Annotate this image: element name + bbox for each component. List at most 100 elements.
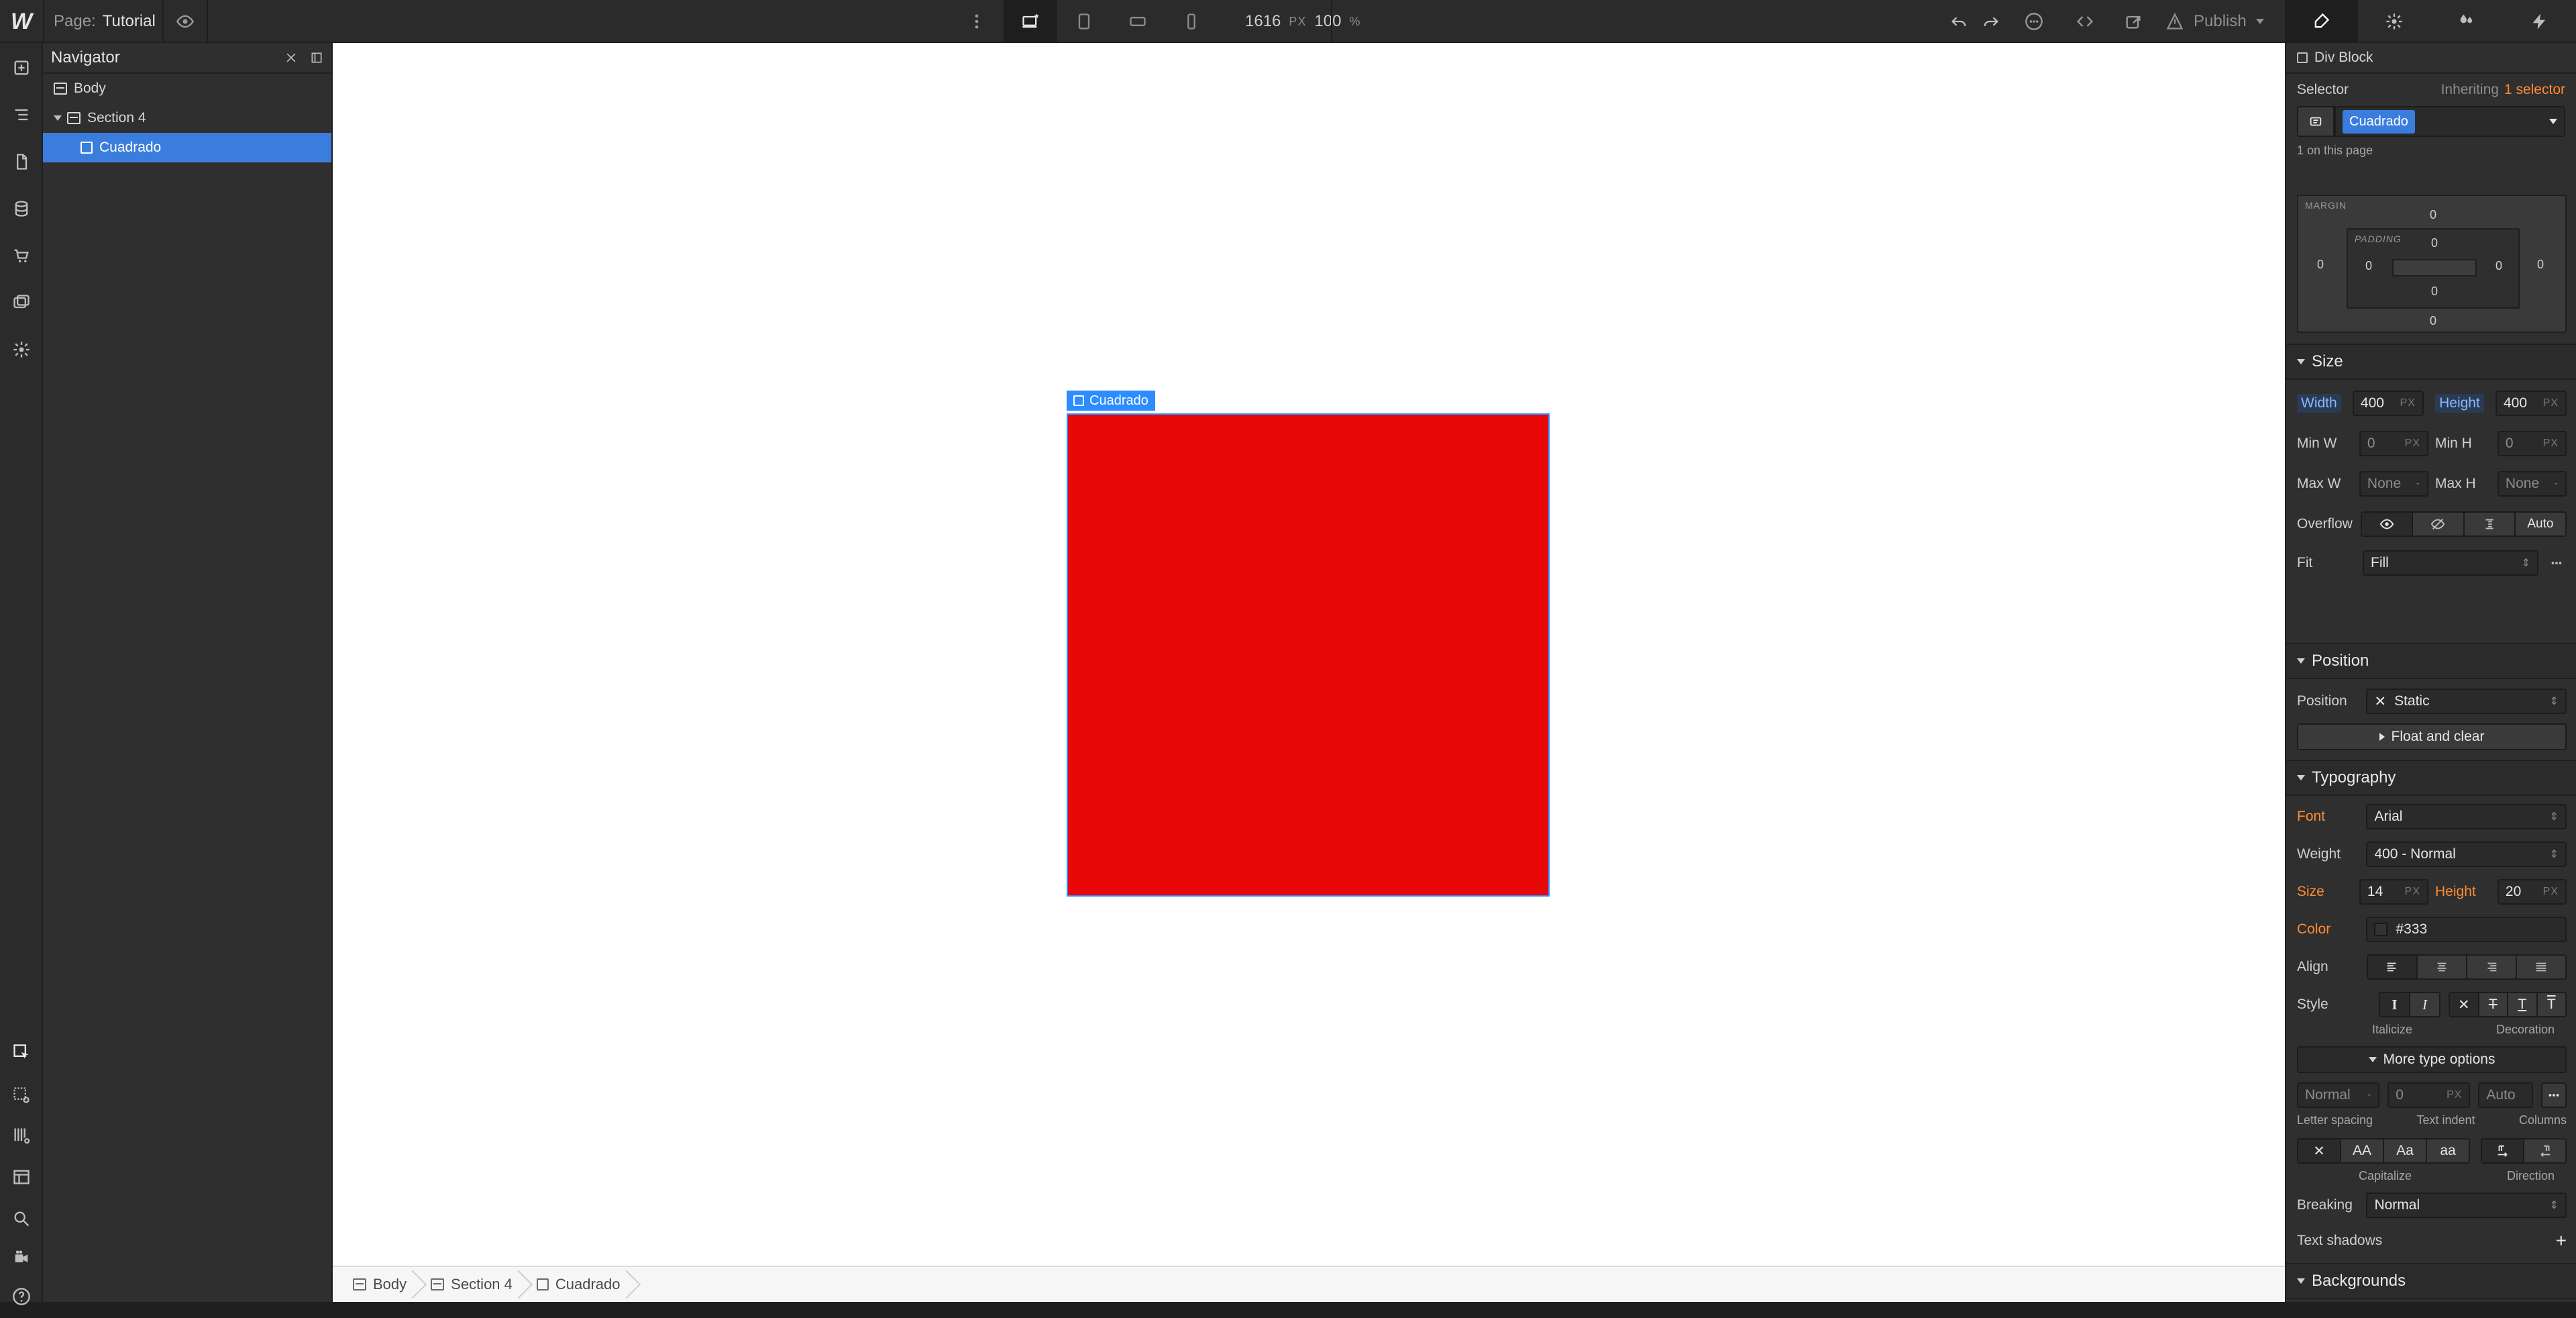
cuadrado-div-block[interactable]	[1068, 415, 1548, 895]
letter-spacing-input[interactable]: Normal -	[2297, 1082, 2379, 1108]
navigator-item-body[interactable]: Body	[43, 74, 331, 103]
columns-input[interactable]: Auto	[2478, 1082, 2532, 1108]
navigator-item-cuadrado[interactable]: Cuadrado	[43, 133, 331, 162]
add-elements-button[interactable]	[0, 46, 43, 89]
device-desktop-button[interactable]	[1004, 0, 1057, 43]
align-center-option[interactable]	[2418, 956, 2467, 978]
overflow-hidden-option[interactable]	[2413, 513, 2464, 536]
assets-button[interactable]	[0, 281, 43, 324]
selector-field[interactable]: Cuadrado	[2297, 106, 2565, 137]
capitalize-title-option[interactable]: Aa	[2384, 1139, 2427, 1162]
tab-interactions[interactable]	[2504, 0, 2576, 43]
preview-selection-button[interactable]	[0, 1074, 43, 1117]
redo-button[interactable]	[1970, 0, 2012, 43]
weight-select[interactable]: 400 - Normal ⇕	[2366, 842, 2567, 867]
tab-settings[interactable]	[2358, 0, 2431, 43]
page-selector[interactable]: Page: Tutorial	[54, 0, 156, 43]
backgrounds-header[interactable]: Backgrounds	[2286, 1263, 2576, 1299]
font-size-input[interactable]: 14 PX	[2359, 879, 2428, 905]
margin-top[interactable]: 0	[2430, 208, 2436, 222]
navigator-item-section-4[interactable]: Section 4	[43, 103, 331, 133]
fit-select[interactable]: Fill ⇕	[2363, 550, 2538, 576]
help-button[interactable]	[0, 1275, 43, 1318]
ecommerce-button[interactable]	[0, 234, 43, 277]
align-right-option[interactable]	[2467, 956, 2517, 978]
tab-style-manager[interactable]	[2430, 0, 2504, 43]
add-text-shadow-button[interactable]: +	[2556, 1231, 2567, 1250]
cms-button[interactable]	[0, 187, 43, 230]
padding-top[interactable]: 0	[2431, 236, 2438, 250]
max-width-input[interactable]: None -	[2359, 471, 2428, 497]
italic-on-option[interactable]: I	[2410, 993, 2439, 1016]
code-button[interactable]	[2063, 0, 2106, 43]
breadcrumb-item-cuadrado[interactable]: Cuadrado	[525, 1266, 633, 1303]
decoration-strike-option[interactable]: T	[2479, 993, 2509, 1016]
publish-button[interactable]: Publish	[2165, 0, 2264, 43]
tab-style[interactable]	[2285, 0, 2358, 43]
margin-left[interactable]: 0	[2317, 258, 2324, 272]
typography-header[interactable]: Typography	[2286, 760, 2576, 796]
capitalize-lower-option[interactable]: aa	[2427, 1139, 2469, 1162]
max-height-input[interactable]: None -	[2498, 471, 2567, 497]
min-height-input[interactable]: 0 PX	[2498, 431, 2567, 456]
more-type-options-button[interactable]: More type options	[2297, 1046, 2567, 1073]
direction-rtl-option[interactable]	[2524, 1139, 2565, 1162]
webflow-logo[interactable]: W	[0, 0, 43, 43]
preview-eye-button[interactable]	[164, 0, 207, 43]
position-select[interactable]: ✕ Static ⇕	[2366, 689, 2567, 714]
device-tablet-button[interactable]	[1063, 0, 1106, 43]
decoration-none-option[interactable]: ✕	[2450, 993, 2479, 1016]
fit-more-button[interactable]	[2546, 556, 2567, 570]
overflow-auto-option[interactable]: Auto	[2516, 513, 2565, 536]
close-icon[interactable]	[284, 51, 298, 64]
grid-overlay-button[interactable]	[0, 1114, 43, 1157]
text-indent-input[interactable]: 0 PX	[2387, 1082, 2470, 1108]
font-select[interactable]: Arial ⇕	[2366, 804, 2567, 829]
selected-element-tag[interactable]: Cuadrado	[1067, 391, 1155, 411]
selector-input[interactable]: Cuadrado	[2334, 106, 2565, 137]
export-button[interactable]	[2112, 0, 2155, 43]
padding-left[interactable]: 0	[2365, 259, 2372, 273]
dock-panel-icon[interactable]	[310, 51, 323, 64]
comments-button[interactable]	[2012, 0, 2055, 43]
float-and-clear-button[interactable]: Float and clear	[2297, 723, 2567, 750]
margin-bottom[interactable]: 0	[2430, 314, 2436, 328]
breadcrumb-item-section-4[interactable]: Section 4	[419, 1266, 525, 1303]
direction-ltr-option[interactable]	[2482, 1139, 2524, 1162]
height-input[interactable]: 400 PX	[2496, 391, 2567, 416]
padding-bottom[interactable]: 0	[2431, 285, 2438, 299]
more-options-button[interactable]	[955, 0, 998, 43]
size-header[interactable]: Size	[2286, 344, 2576, 380]
position-header[interactable]: Position	[2286, 643, 2576, 679]
decoration-underline-option[interactable]: T	[2508, 993, 2538, 1016]
align-justify-option[interactable]	[2517, 956, 2565, 978]
margin-right[interactable]: 0	[2537, 258, 2544, 272]
min-width-input[interactable]: 0 PX	[2359, 431, 2428, 456]
breadcrumb-item-body[interactable]: Body	[341, 1266, 419, 1303]
video-tutorials-button[interactable]	[0, 1236, 43, 1279]
italic-off-option[interactable]: I	[2380, 993, 2410, 1016]
color-input[interactable]: #333	[2366, 917, 2567, 942]
device-mobile-landscape-button[interactable]	[1116, 0, 1159, 43]
decoration-overline-option[interactable]: T	[2538, 993, 2566, 1016]
width-input[interactable]: 400 PX	[2353, 391, 2424, 416]
pages-button[interactable]	[0, 140, 43, 183]
selector-chip[interactable]: Cuadrado	[2343, 110, 2415, 134]
align-left-option[interactable]	[2368, 956, 2418, 978]
inheriting-selector-link[interactable]: 1 selector	[2504, 82, 2565, 98]
navigator-button[interactable]	[0, 93, 43, 136]
select-tool-button[interactable]	[0, 1031, 43, 1074]
overflow-visible-option[interactable]	[2362, 513, 2413, 536]
overflow-scroll-option[interactable]	[2465, 513, 2516, 536]
columns-more-button[interactable]	[2541, 1082, 2567, 1108]
breaking-select[interactable]: Normal ⇕	[2366, 1193, 2567, 1218]
device-mobile-portrait-button[interactable]	[1170, 0, 1213, 43]
capitalize-none-option[interactable]: ✕	[2298, 1139, 2341, 1162]
color-swatch[interactable]	[2374, 923, 2387, 936]
capitalize-upper-option[interactable]: AA	[2341, 1139, 2384, 1162]
layout-button[interactable]	[0, 1156, 43, 1199]
line-height-input[interactable]: 20 PX	[2498, 879, 2567, 905]
padding-right[interactable]: 0	[2496, 259, 2502, 273]
settings-button[interactable]	[0, 328, 43, 371]
selector-menu-button[interactable]	[2297, 106, 2334, 137]
